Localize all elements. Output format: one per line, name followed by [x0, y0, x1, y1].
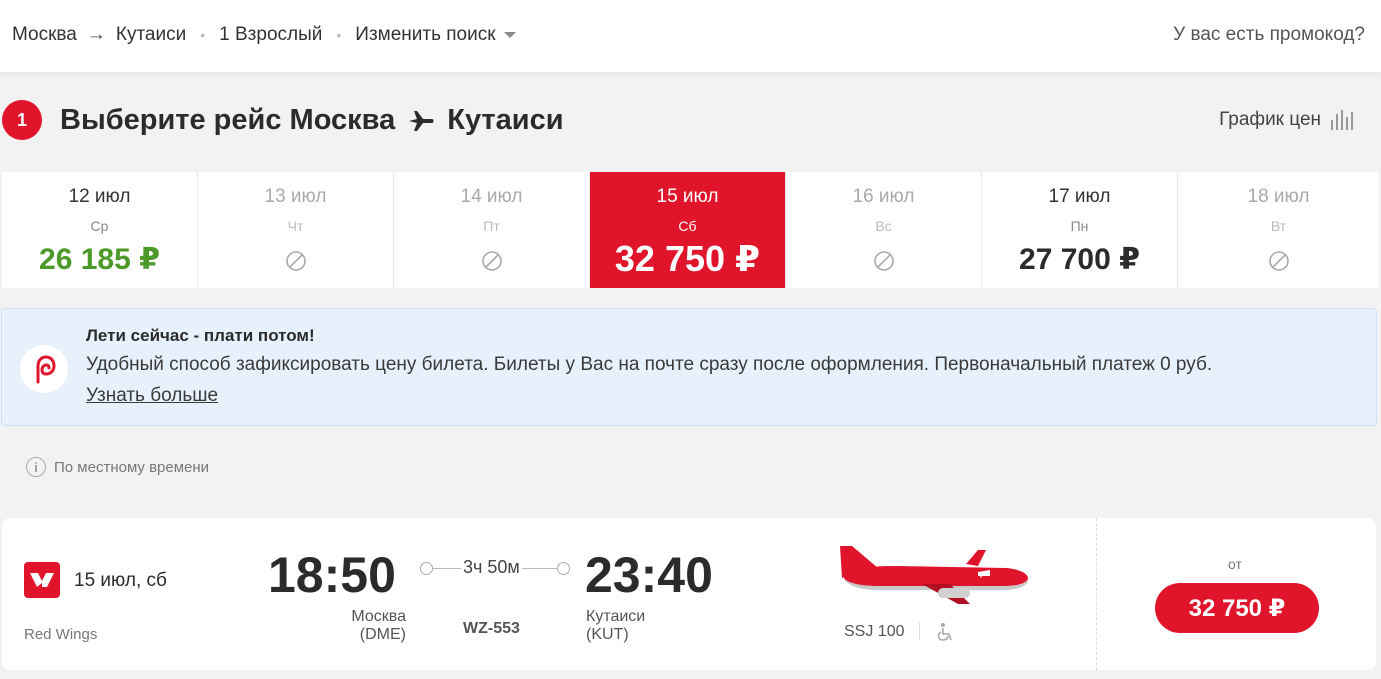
weekday-label: Ср: [90, 218, 109, 234]
search-summary: Москва → Кутаиси • 1 Взрослый • Изменить…: [12, 24, 516, 46]
route-end-dot: [557, 562, 570, 575]
unavailable-icon: [285, 251, 306, 271]
date-cell[interactable]: 12 июл Ср 26 185 ₽: [2, 172, 198, 288]
arrow-right-icon: →: [86, 24, 106, 45]
weekday-label: Пт: [483, 218, 500, 234]
airline-logo: [24, 562, 60, 598]
aircraft-type: SSJ 100: [844, 623, 905, 640]
unavailable-icon: [481, 251, 502, 271]
unavailable-icon: [873, 251, 894, 271]
separator-dot: •: [200, 27, 206, 43]
date-price: 32 750 ₽: [614, 238, 761, 279]
learn-more-link[interactable]: Узнать больше: [86, 385, 218, 407]
date-label: 18 июл: [1247, 186, 1310, 207]
chevron-down-icon[interactable]: [503, 32, 516, 38]
pay-later-logo: [20, 345, 68, 393]
local-time-text: По местному времени: [54, 458, 210, 476]
departure-time: 18:50: [268, 547, 396, 603]
date-label: 13 июл: [264, 186, 327, 207]
divider: [919, 622, 920, 640]
step-badge: 1: [2, 100, 42, 140]
unavailable-icon: [1268, 251, 1289, 271]
departure-airport: Москва (DME): [282, 608, 406, 644]
date-cell: 16 июл Вс: [786, 172, 982, 288]
arrival-city: Кутаиси: [586, 608, 646, 625]
wheelchair-icon: [937, 623, 952, 641]
price-graph-button[interactable]: График цен: [1219, 109, 1353, 131]
date-label: 15 июл: [656, 186, 719, 207]
date-label: 16 июл: [852, 186, 915, 207]
weekday-label: Чт: [287, 218, 304, 234]
date-label: 14 июл: [460, 186, 523, 207]
date-selector: 12 июл Ср 26 185 ₽ 13 июл Чт 14 июл Пт 1…: [2, 172, 1379, 288]
destination-city: Кутаиси: [115, 24, 187, 45]
date-price: 26 185 ₽: [39, 243, 160, 276]
weekday-label: Вт: [1270, 218, 1287, 234]
arrival-time: 23:40: [585, 547, 713, 603]
date-cell: 18 июл Вт: [1178, 172, 1379, 288]
passengers-count: 1 Взрослый: [219, 24, 323, 45]
weekday-label: Пн: [1070, 218, 1089, 234]
weekday-label: Вс: [875, 218, 892, 234]
date-price: 27 700 ₽: [1019, 243, 1140, 276]
promo-code-link[interactable]: У вас есть промокод?: [1173, 24, 1365, 46]
aircraft-image: [840, 546, 1028, 604]
date-cell: 13 июл Чт: [198, 172, 394, 288]
date-cell-selected[interactable]: 15 июл Сб 32 750 ₽: [590, 172, 786, 288]
banner-text: Удобный способ зафиксировать цену билета…: [86, 354, 1213, 375]
departure-city: Москва: [351, 608, 406, 625]
date-cell: 14 июл Пт: [394, 172, 590, 288]
route-start-dot: [420, 562, 433, 575]
date-cell[interactable]: 17 июл Пн 27 700 ₽: [982, 172, 1178, 288]
select-price-button[interactable]: 32 750 ₽: [1155, 583, 1319, 633]
title-destination: Кутаиси: [447, 104, 564, 136]
title-origin: Выберите рейс Москва: [60, 104, 396, 136]
local-time-note: i По местному времени: [26, 457, 209, 477]
date-label: 12 июл: [68, 186, 131, 207]
top-bar: Москва → Кутаиси • 1 Взрослый • Изменить…: [0, 0, 1381, 72]
price-graph-label: График цен: [1219, 109, 1321, 130]
airline-name: Red Wings: [24, 626, 98, 643]
arrival-airport: Кутаиси (KUT): [586, 608, 645, 644]
flight-duration: 3ч 50м: [461, 557, 522, 578]
plane-icon: [407, 109, 435, 133]
origin-city: Москва: [12, 24, 77, 45]
info-icon: i: [26, 457, 46, 477]
flight-date: 15 июл, сб: [74, 570, 167, 591]
flight-card[interactable]: 15 июл, сб Red Wings 18:50 Москва (DME) …: [2, 518, 1376, 670]
card-divider: [1096, 518, 1097, 670]
page-title: Выберите рейс Москва Кутаиси: [60, 104, 564, 137]
date-label: 17 июл: [1048, 186, 1111, 207]
banner-title: Лети сейчас - плати потом!: [86, 326, 315, 345]
departure-code: (DME): [359, 626, 406, 643]
price-from-label: от: [1228, 556, 1242, 572]
change-search-button[interactable]: Изменить поиск: [355, 24, 495, 46]
pay-later-banner: Лети сейчас - плати потом! Удобный спосо…: [1, 308, 1377, 426]
separator-dot: •: [336, 27, 342, 43]
arrival-code: (KUT): [586, 626, 629, 643]
weekday-label: Сб: [678, 218, 697, 234]
flight-number: WZ-553: [463, 620, 520, 637]
bar-chart-icon: [1331, 110, 1353, 130]
